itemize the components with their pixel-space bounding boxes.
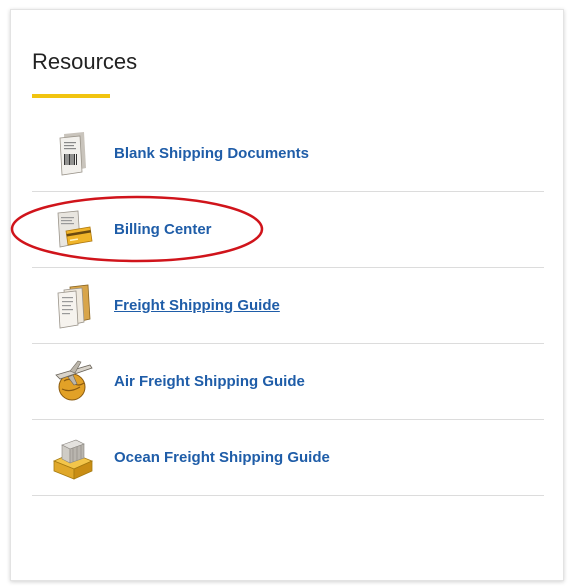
ocean-freight-shipping-guide-link[interactable]: Ocean Freight Shipping Guide	[114, 449, 330, 466]
cargo-container-icon	[52, 439, 94, 480]
blank-shipping-documents-link[interactable]: Blank Shipping Documents	[114, 145, 309, 162]
list-item-blank-shipping-documents[interactable]: Blank Shipping Documents	[32, 115, 544, 192]
list-item-freight-shipping-guide[interactable]: Freight Shipping Guide	[32, 268, 544, 344]
list-item-ocean-freight-shipping-guide[interactable]: Ocean Freight Shipping Guide	[32, 420, 544, 496]
list-item-billing-center[interactable]: Billing Center	[32, 192, 544, 268]
airplane-globe-icon	[55, 360, 93, 400]
resources-list: Blank Shipping Documents Billing Center	[32, 115, 544, 496]
list-item-air-freight-shipping-guide[interactable]: Air Freight Shipping Guide	[32, 344, 544, 420]
document-barcode-icon	[59, 132, 86, 176]
document-stack-icon	[57, 284, 91, 328]
credit-card-invoice-icon	[57, 210, 93, 247]
freight-shipping-guide-link[interactable]: Freight Shipping Guide	[114, 297, 280, 314]
air-freight-shipping-guide-link[interactable]: Air Freight Shipping Guide	[114, 373, 305, 390]
panel-title: Resources	[32, 49, 138, 74]
title-underline	[32, 94, 110, 98]
resources-panel: Resources Blank Shipping Documents Billi…	[10, 9, 564, 581]
billing-center-link[interactable]: Billing Center	[114, 221, 212, 238]
